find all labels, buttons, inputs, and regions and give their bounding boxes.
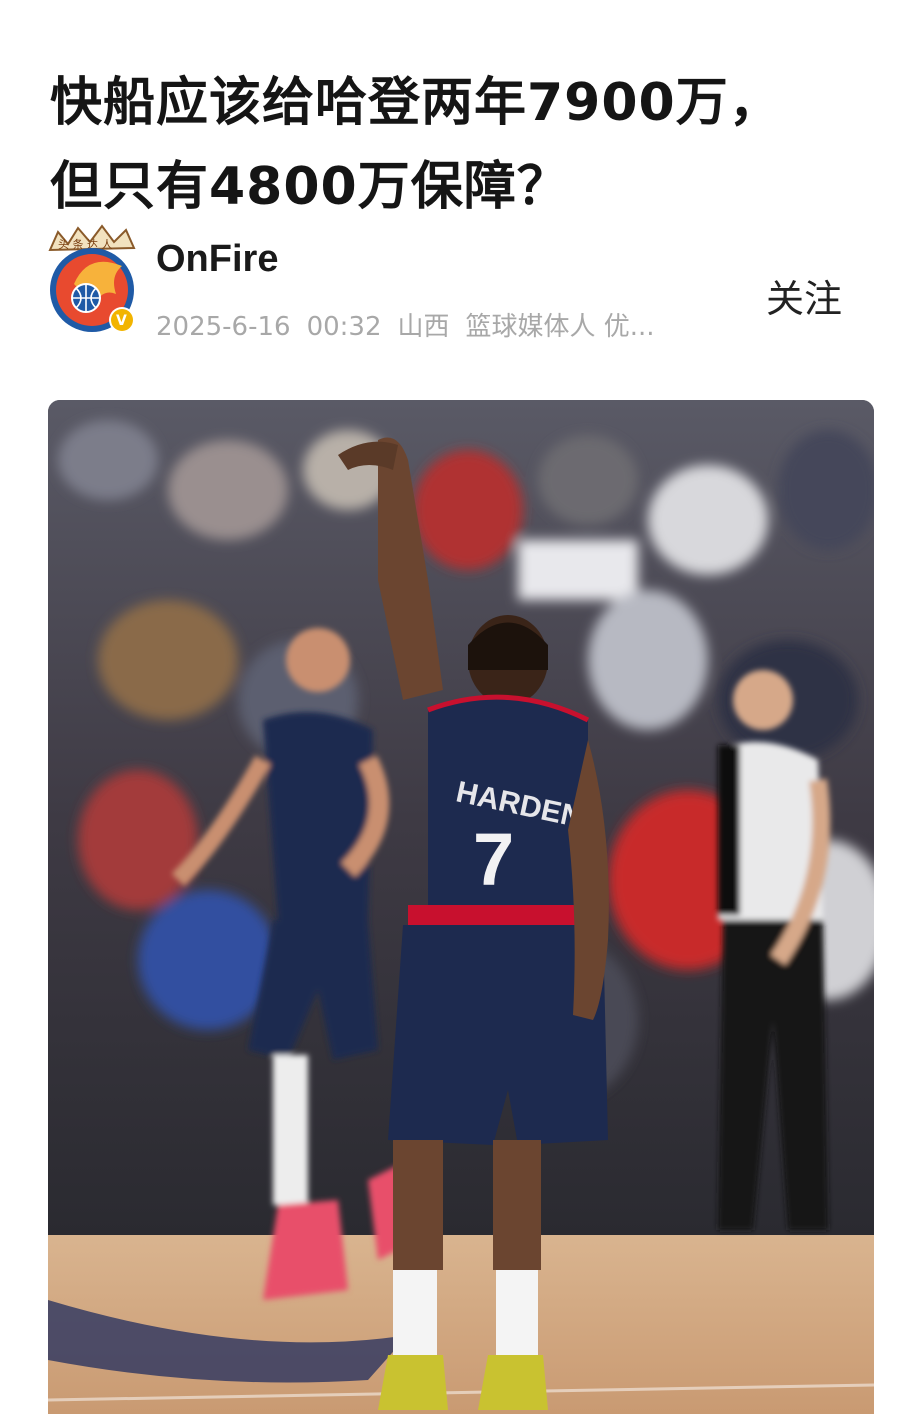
author-location: 山西 <box>397 312 450 342</box>
article-title: 快船应该给哈登两年7900万， 但只有4800万保障？ <box>50 61 850 229</box>
article-title-line-1: 快船应该给哈登两年7900万， <box>50 72 782 133</box>
author-description: 篮球媒体人 优... <box>465 312 655 342</box>
article-photo[interactable]: HARDEN 7 <box>48 400 874 1414</box>
author-row: 头 条 达 人 V OnFire 2025-6-16 00:32 山西 篮球媒体人 优… <box>44 224 864 344</box>
author-name[interactable]: OnFire <box>156 238 278 281</box>
author-meta: 2025-6-16 00:32 山西 篮球媒体人 优... <box>156 306 671 343</box>
basketball-player-photo: HARDEN 7 <box>48 400 874 1414</box>
publish-date: 2025-6-16 <box>156 312 291 342</box>
jersey-number: 7 <box>473 818 514 901</box>
publish-time: 00:32 <box>306 312 382 342</box>
author-avatar[interactable]: 头 条 达 人 V <box>44 224 144 336</box>
svg-text:V: V <box>116 313 127 329</box>
avatar-logo-icon: 头 条 达 人 V <box>48 224 136 333</box>
follow-button[interactable]: 关注 <box>766 268 864 323</box>
article-title-line-2: 但只有4800万保障？ <box>50 156 570 217</box>
